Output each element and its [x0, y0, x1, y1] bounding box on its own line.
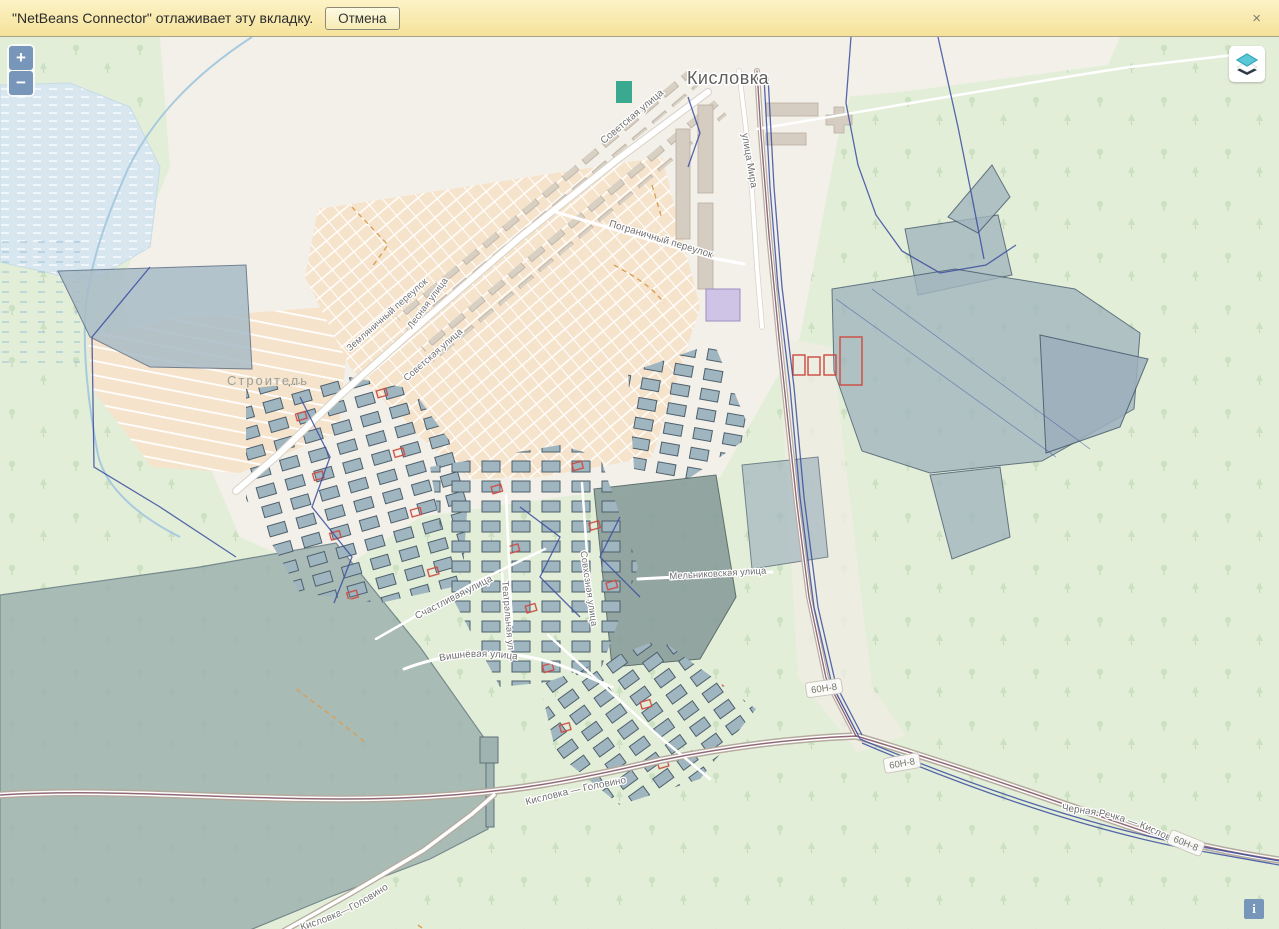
cancel-button[interactable]: Отмена: [325, 6, 400, 30]
info-button[interactable]: i: [1244, 899, 1264, 919]
map-container: Кисловка Строитель Советская улица улица…: [0, 37, 1279, 929]
zoom-in-button[interactable]: +: [9, 46, 33, 70]
layers-icon: [1235, 53, 1259, 75]
district-label: Строитель: [227, 373, 309, 388]
debug-infobar: "NetBeans Connector" отлаживает эту вкла…: [0, 0, 1279, 37]
map-viewport[interactable]: Кисловка Строитель Советская улица улица…: [0, 37, 1279, 929]
zoom-out-button[interactable]: −: [9, 71, 33, 95]
layers-button[interactable]: [1229, 46, 1265, 82]
zoom-control: + −: [7, 44, 35, 97]
close-icon[interactable]: ×: [1246, 9, 1267, 28]
town-label: Кисловка: [687, 68, 770, 88]
infobar-message: "NetBeans Connector" отлаживает эту вкла…: [12, 10, 314, 26]
